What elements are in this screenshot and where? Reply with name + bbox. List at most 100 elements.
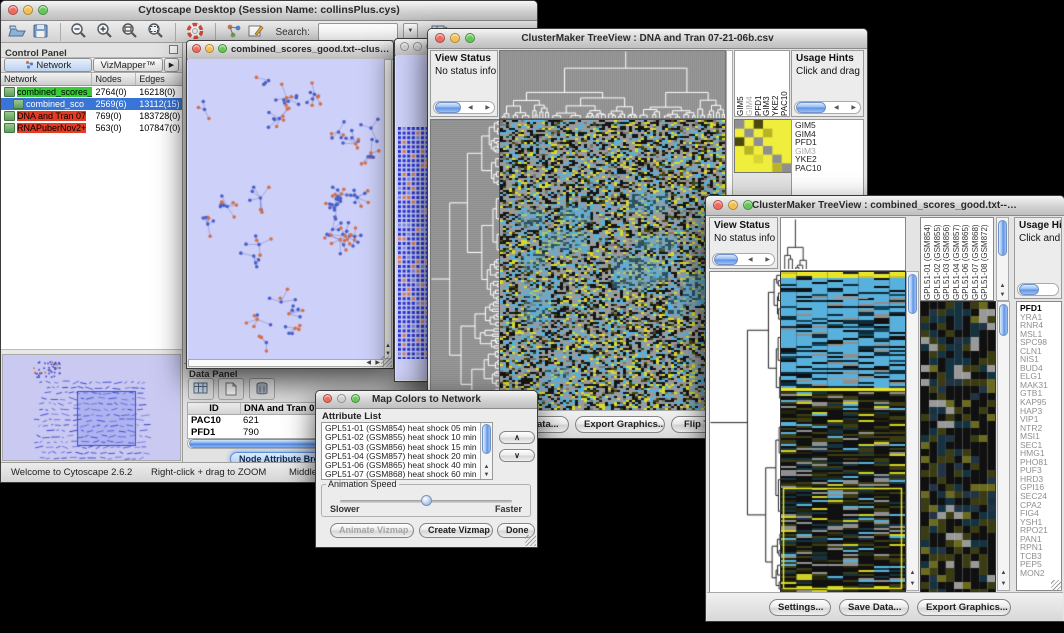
column-label[interactable]: YKE2	[771, 51, 780, 116]
tv2-gene-list: PFD1YRA1RNR4MSL1SPC98CLN1NIS1BUD4ELG1MAK…	[1016, 301, 1062, 591]
minimize-button[interactable]	[23, 5, 33, 15]
float-panel-icon[interactable]	[169, 45, 178, 54]
tv2-heatmap[interactable]	[780, 271, 906, 593]
treeview2-titlebar[interactable]: ClusterMaker TreeView : combined_scores_…	[706, 196, 1064, 216]
tv1-column-labels: GIM5GIM4PFD1GIM3YKE2PAC10	[734, 50, 790, 117]
column-label[interactable]: GIM5	[736, 51, 745, 116]
minimize-button[interactable]	[413, 42, 422, 51]
tv2-labels-vscrollbar[interactable]: ▲▼	[996, 217, 1009, 301]
column-label[interactable]: GPL51-06 (GSM865)	[961, 218, 971, 300]
close-button[interactable]	[8, 5, 18, 15]
network-overview-canvas[interactable]	[3, 355, 180, 460]
create-vizmap-button[interactable]: Create Vizmap	[419, 523, 493, 538]
tv2-row-dendrogram[interactable]	[709, 271, 782, 593]
network-overview-panel[interactable]	[2, 354, 181, 461]
slider-thumb[interactable]	[421, 495, 432, 506]
minimize-button[interactable]	[728, 200, 738, 210]
resize-grip[interactable]	[525, 535, 536, 546]
network1-canvas[interactable]	[188, 59, 384, 359]
tv2-save-data-button[interactable]: Save Data...	[839, 599, 909, 616]
tv1-status-scrollbar[interactable]: ◀▶	[433, 101, 495, 114]
network-icon	[4, 123, 15, 133]
zoom-fit-icon[interactable]	[120, 22, 141, 45]
column-label[interactable]: GIM3	[762, 51, 771, 116]
tv1-row-dendrogram[interactable]	[430, 119, 500, 411]
speed-slider[interactable]	[340, 500, 512, 503]
tv1-column-dendrogram[interactable]	[499, 50, 726, 119]
tv2-hints-scrollbar[interactable]	[1017, 283, 1059, 296]
zoom-out-icon[interactable]	[69, 22, 90, 45]
treeview1-titlebar[interactable]: ClusterMaker TreeView : DNA and Tran 07-…	[428, 29, 867, 49]
delete-attribute-icon[interactable]	[249, 378, 275, 400]
toolbar-separator	[215, 23, 216, 41]
zoom-button[interactable]	[218, 44, 227, 53]
tv2-footer: Settings... Save Data... Export Graphics…	[707, 592, 1063, 621]
zoom-in-icon[interactable]	[95, 22, 116, 45]
network-table-row[interactable]: combined_scores_ 2764(0) 16218(0)	[1, 86, 182, 98]
tv2-heatmap-vscrollbar[interactable]: ▲▼	[906, 271, 919, 591]
gene-label[interactable]: PAC10	[795, 164, 863, 173]
resize-grip[interactable]	[1051, 580, 1062, 591]
view-status-text: No status info f	[710, 231, 777, 244]
column-label[interactable]: GPL51-03 (GSM856)	[942, 218, 952, 300]
tab-network[interactable]: Network	[4, 58, 92, 72]
window-controls	[8, 5, 48, 15]
tv1-export-graphics-button[interactable]: Export Graphics...	[575, 416, 665, 433]
attribute-list-scrollbar[interactable]: ▲▼	[480, 423, 492, 479]
close-button[interactable]	[400, 42, 409, 51]
zoom-button[interactable]	[465, 33, 475, 43]
search-input[interactable]	[318, 23, 398, 41]
new-attribute-icon[interactable]	[218, 378, 244, 400]
close-button[interactable]	[713, 200, 723, 210]
tv1-hints-scrollbar[interactable]: ◀▶	[794, 101, 861, 114]
resize-grip[interactable]	[381, 356, 392, 367]
status-zoom-hint: Right-click + drag to ZOOM	[151, 467, 266, 478]
dialog-titlebar[interactable]: Map Colors to Network	[316, 391, 537, 409]
network1-vscrollbar[interactable]: ▲▼	[384, 59, 392, 359]
usage-hints-heading: Usage Hints	[792, 51, 863, 64]
tab-vizmapper[interactable]: VizMapper™	[93, 58, 163, 72]
open-file-icon[interactable]	[7, 22, 27, 45]
tv2-status-scrollbar[interactable]: ◀▶	[712, 253, 775, 266]
zoom-selected-icon[interactable]	[146, 22, 167, 45]
network-table-row[interactable]: combined_sco 2569(6) 13112(15)	[1, 98, 182, 110]
column-label[interactable]: GIM4	[745, 51, 754, 116]
column-label[interactable]: GPL51-07 (GSM868)	[971, 218, 981, 300]
move-down-button[interactable]: ∨	[499, 449, 535, 462]
tv2-genes-vscrollbar[interactable]: ▲▼	[997, 301, 1010, 591]
network1-hscrollbar[interactable]: ◀ ▶	[188, 359, 384, 367]
attribute-list-label: Attribute List	[322, 411, 381, 422]
move-up-button[interactable]: ∧	[499, 431, 535, 444]
network1-titlebar[interactable]: combined_scores_good.txt--cluste...	[187, 41, 393, 60]
zoom-button[interactable]	[743, 200, 753, 210]
column-label[interactable]: GPL51-02 (GSM855)	[933, 218, 943, 300]
minimize-button[interactable]	[450, 33, 460, 43]
minimize-button	[337, 394, 346, 403]
zoom-button[interactable]	[38, 5, 48, 15]
minimize-button[interactable]	[205, 44, 214, 53]
column-label[interactable]: GPL51-08 (GSM872)	[980, 218, 990, 300]
network-table-row[interactable]: DNA and Tran 07 769(0) 183728(0)	[1, 110, 182, 122]
treeview2-title: ClusterMaker TreeView : combined_scores_…	[706, 196, 1064, 215]
attribute-table-icon[interactable]	[188, 378, 214, 400]
tv2-column-labels: GPL51-01 (GSM854)GPL51-02 (GSM855)GPL51-…	[920, 217, 994, 301]
column-label[interactable]: PAC10	[780, 51, 789, 116]
save-icon[interactable]	[31, 22, 51, 45]
tv2-settings-button[interactable]: Settings...	[769, 599, 831, 616]
tv2-export-graphics-button[interactable]: Export Graphics...	[917, 599, 1011, 616]
column-label[interactable]: GPL51-01 (GSM854)	[923, 218, 933, 300]
tv2-column-dendrogram[interactable]	[782, 219, 808, 269]
close-button[interactable]	[192, 44, 201, 53]
column-label[interactable]: GPL51-04 (GSM857)	[952, 218, 962, 300]
tv1-heatmap[interactable]	[499, 119, 726, 411]
network-table-header[interactable]: Network Nodes Edges	[1, 72, 182, 86]
tab-overflow-arrow[interactable]: ▶	[164, 58, 179, 72]
gene-label[interactable]: MON2	[1020, 569, 1061, 578]
animate-vizmap-button[interactable]: Animate Vizmap	[330, 523, 414, 538]
column-header-id[interactable]: ID	[188, 403, 241, 414]
close-button[interactable]	[435, 33, 445, 43]
zoom-button[interactable]	[351, 394, 360, 403]
network-table-row[interactable]: RNAPuberNov2+ 563(0) 107847(0)	[1, 122, 182, 134]
main-titlebar[interactable]: Cytoscape Desktop (Session Name: collins…	[1, 1, 537, 21]
close-button[interactable]	[323, 394, 332, 403]
